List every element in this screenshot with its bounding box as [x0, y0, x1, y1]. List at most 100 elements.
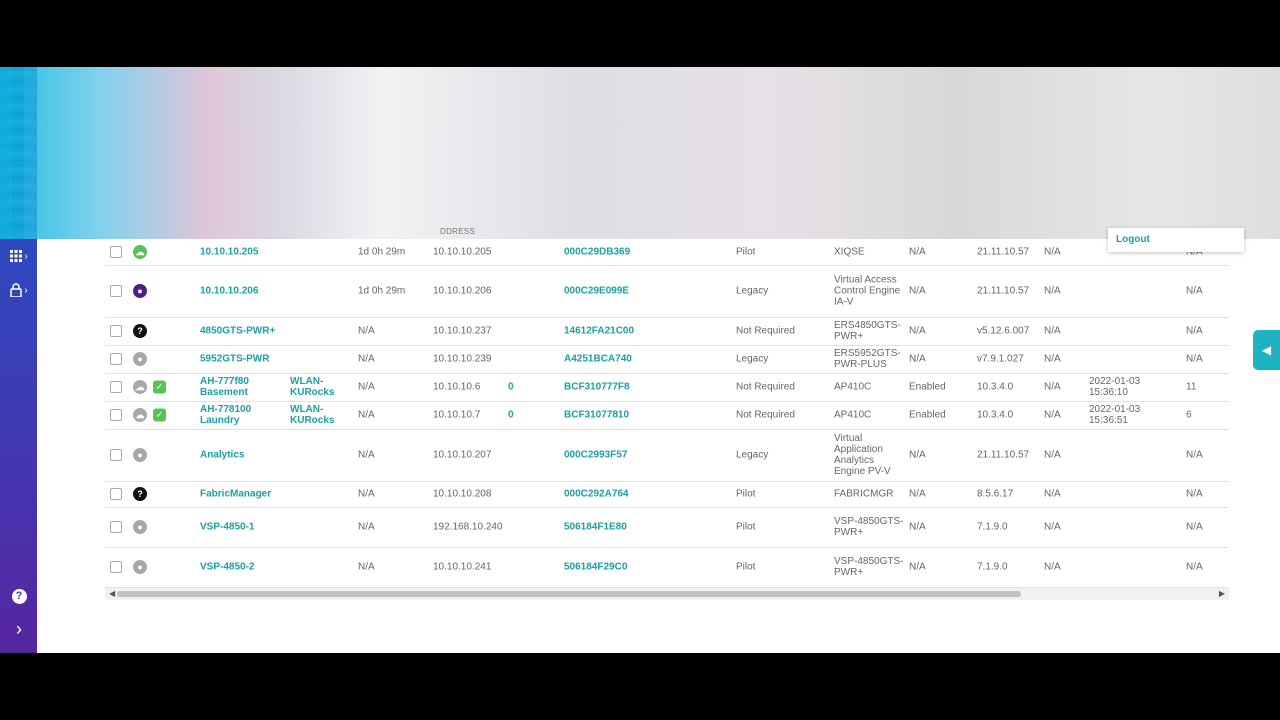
row-checkbox[interactable] — [110, 285, 122, 297]
row-checkbox[interactable] — [110, 381, 122, 393]
mac-address-link[interactable]: 000C2993F57 — [564, 450, 636, 461]
os-version: 7.1.9.0 — [977, 561, 1008, 573]
mac-address-link[interactable]: BCF31077810 — [564, 410, 636, 421]
last-column-value: N/A — [1186, 488, 1203, 500]
wifi-status: N/A — [909, 449, 926, 461]
mac-address-link[interactable]: 14612FA21C00 — [564, 326, 636, 337]
device-name-link[interactable]: 5952GTS-PWR — [200, 354, 285, 365]
device-license: Pilot — [736, 488, 756, 500]
wifi-status: N/A — [909, 325, 926, 337]
last-column-value: N/A — [1186, 561, 1203, 573]
ip-address: 10.10.10.239 — [433, 353, 492, 365]
row-checkbox[interactable] — [110, 488, 122, 500]
table-row[interactable]: ☁ ✓ AH-778100 Laundry WLAN-KURocks N/A 10.10.1… — [105, 401, 1229, 430]
mac-address-link[interactable]: 506184F29C0 — [564, 562, 636, 573]
table-row[interactable]: ● 10.10.10.206 1d 0h 29m 10.10.10.206 000C29… — [105, 265, 1229, 318]
mac-address-link[interactable]: BCF310777F8 — [564, 382, 636, 393]
cloud-icon: ☁ — [133, 245, 147, 259]
ip-address: 10.10.10.206 — [433, 285, 492, 297]
logout-link[interactable]: Logout — [1116, 234, 1150, 245]
scrollbar-thumb[interactable] — [117, 591, 1021, 597]
device-name: 4850GTS-PWR+ — [200, 325, 276, 337]
model: ERS5952GTS-PWR-PLUS — [834, 348, 901, 370]
row-checkbox[interactable] — [110, 561, 122, 573]
device-name-link[interactable]: AH-778100 Laundry — [200, 404, 285, 426]
mac-address-link[interactable]: 506184F1E80 — [564, 522, 636, 533]
last-column-value: 11 — [1186, 381, 1197, 393]
row-checkbox[interactable] — [110, 409, 122, 421]
model: VSP-4850GTS-PWR+ — [834, 516, 904, 538]
horizontal-scrollbar[interactable]: ◀ ▶ — [105, 588, 1229, 600]
grid-icon[interactable]: › — [8, 245, 30, 267]
ip-address: 10.10.10.207 — [433, 449, 492, 461]
device-name-link[interactable]: VSP-4850-2 — [200, 562, 285, 573]
row-checkbox[interactable] — [110, 246, 122, 258]
device-name-link[interactable]: AH-777f80 Basement — [200, 376, 285, 398]
device-license: Not Required — [736, 381, 795, 393]
os-version: 21.11.10.57 — [977, 285, 1030, 297]
table-row[interactable]: ● VSP-4850-2 N/A 10.10.10.241 506184F29C0 Pil… — [105, 547, 1229, 588]
updated-time: 2022-01-03 15:36:51 — [1089, 404, 1141, 426]
wifi-status: N/A — [909, 353, 926, 365]
device-name-link[interactable]: VSP-4850-1 — [200, 522, 285, 533]
ip-address: 10.10.10.6 — [433, 381, 481, 393]
table-row[interactable]: ? 4850GTS-PWR+ N/A 10.10.10.237 14612FA21C00… — [105, 317, 1229, 346]
mac-address-link[interactable]: A4251BCA740 — [564, 354, 636, 365]
device-license: Legacy — [736, 353, 769, 365]
uptime: 1d 0h 29m — [358, 246, 406, 258]
model: ERS4850GTS-PWR+ — [834, 320, 901, 342]
ip-address: 10.10.10.208 — [433, 488, 492, 500]
location-icon: ● — [133, 352, 147, 366]
model: AP410C — [834, 381, 872, 393]
mac-address-link[interactable]: 000C29DB369 — [564, 247, 636, 258]
wifi-status: Enabled — [909, 409, 946, 421]
row-checkbox[interactable] — [110, 521, 122, 533]
scroll-right-icon[interactable]: ▶ — [1219, 588, 1225, 600]
device-name-link[interactable]: 10.10.10.205 — [200, 247, 285, 258]
device-name-link[interactable]: 10.10.10.206 — [200, 286, 285, 297]
ssid-link[interactable]: WLAN-KURocks — [290, 404, 350, 426]
help-icon[interactable]: ? — [8, 585, 30, 607]
obscured-header-banner — [0, 67, 1280, 239]
table-row[interactable]: ? FabricManager N/A 10.10.10.208 000C292A764… — [105, 481, 1229, 508]
table-row[interactable]: ● VSP-4850-1 N/A 192.168.10.240 506184F1E80 P… — [105, 507, 1229, 548]
device-name: AH-778100 — [200, 404, 252, 415]
policy: N/A — [1044, 488, 1061, 500]
clients-count[interactable]: 0 — [508, 410, 528, 421]
table-row[interactable]: ☁ 10.10.10.205 1d 0h 29m 10.10.10.205 000C29… — [105, 239, 1229, 266]
table-row[interactable]: ● 5952GTS-PWR N/A 10.10.10.239 A4251BCA740 Le… — [105, 345, 1229, 374]
uptime: N/A — [358, 521, 375, 533]
lock-icon[interactable]: › — [8, 279, 30, 301]
mac-address-link[interactable]: 000C29E099E — [564, 286, 636, 297]
chevron-right-icon: › — [24, 284, 28, 296]
row-checkbox[interactable] — [110, 325, 122, 337]
device-name-link[interactable]: Analytics — [200, 450, 285, 461]
last-column-value: N/A — [1186, 325, 1203, 337]
device-name: AH-777f80 — [200, 376, 249, 387]
mac-address-link[interactable]: 000C292A764 — [564, 489, 636, 500]
chevron-left-icon: ◀ — [1261, 343, 1272, 357]
uptime: N/A — [358, 353, 375, 365]
device-name: 5952GTS-PWR — [200, 353, 270, 365]
policy: N/A — [1044, 521, 1061, 533]
wifi-status: Enabled — [909, 381, 946, 393]
expand-sidebar-icon[interactable]: › — [8, 618, 30, 640]
table-row[interactable]: ● Analytics N/A 10.10.10.207 000C2993F57 Lega… — [105, 429, 1229, 482]
table-row[interactable]: ☁ ✓ AH-777f80 Basement WLAN-KURocks N/A 10.10.… — [105, 373, 1229, 402]
side-panel-toggle[interactable]: ◀ — [1253, 330, 1280, 370]
uptime: N/A — [358, 561, 375, 573]
os-version: v7.9.1.027 — [977, 353, 1024, 365]
device-license: Pilot — [736, 561, 756, 573]
device-location: Basement — [200, 387, 248, 398]
clients-count[interactable]: 0 — [508, 382, 528, 393]
ssid-link[interactable]: WLAN-KURocks — [290, 376, 350, 398]
device-name-link[interactable]: 4850GTS-PWR+ — [200, 326, 285, 337]
device-name-link[interactable]: FabricManager — [200, 489, 285, 500]
row-checkbox[interactable] — [110, 449, 122, 461]
uptime: N/A — [358, 325, 375, 337]
row-checkbox[interactable] — [110, 353, 122, 365]
ip-address: 10.10.10.205 — [433, 246, 492, 258]
scroll-left-icon[interactable]: ◀ — [109, 588, 115, 600]
model: VSP-4850GTS-PWR+ — [834, 556, 904, 578]
device-license: Not Required — [736, 325, 795, 337]
